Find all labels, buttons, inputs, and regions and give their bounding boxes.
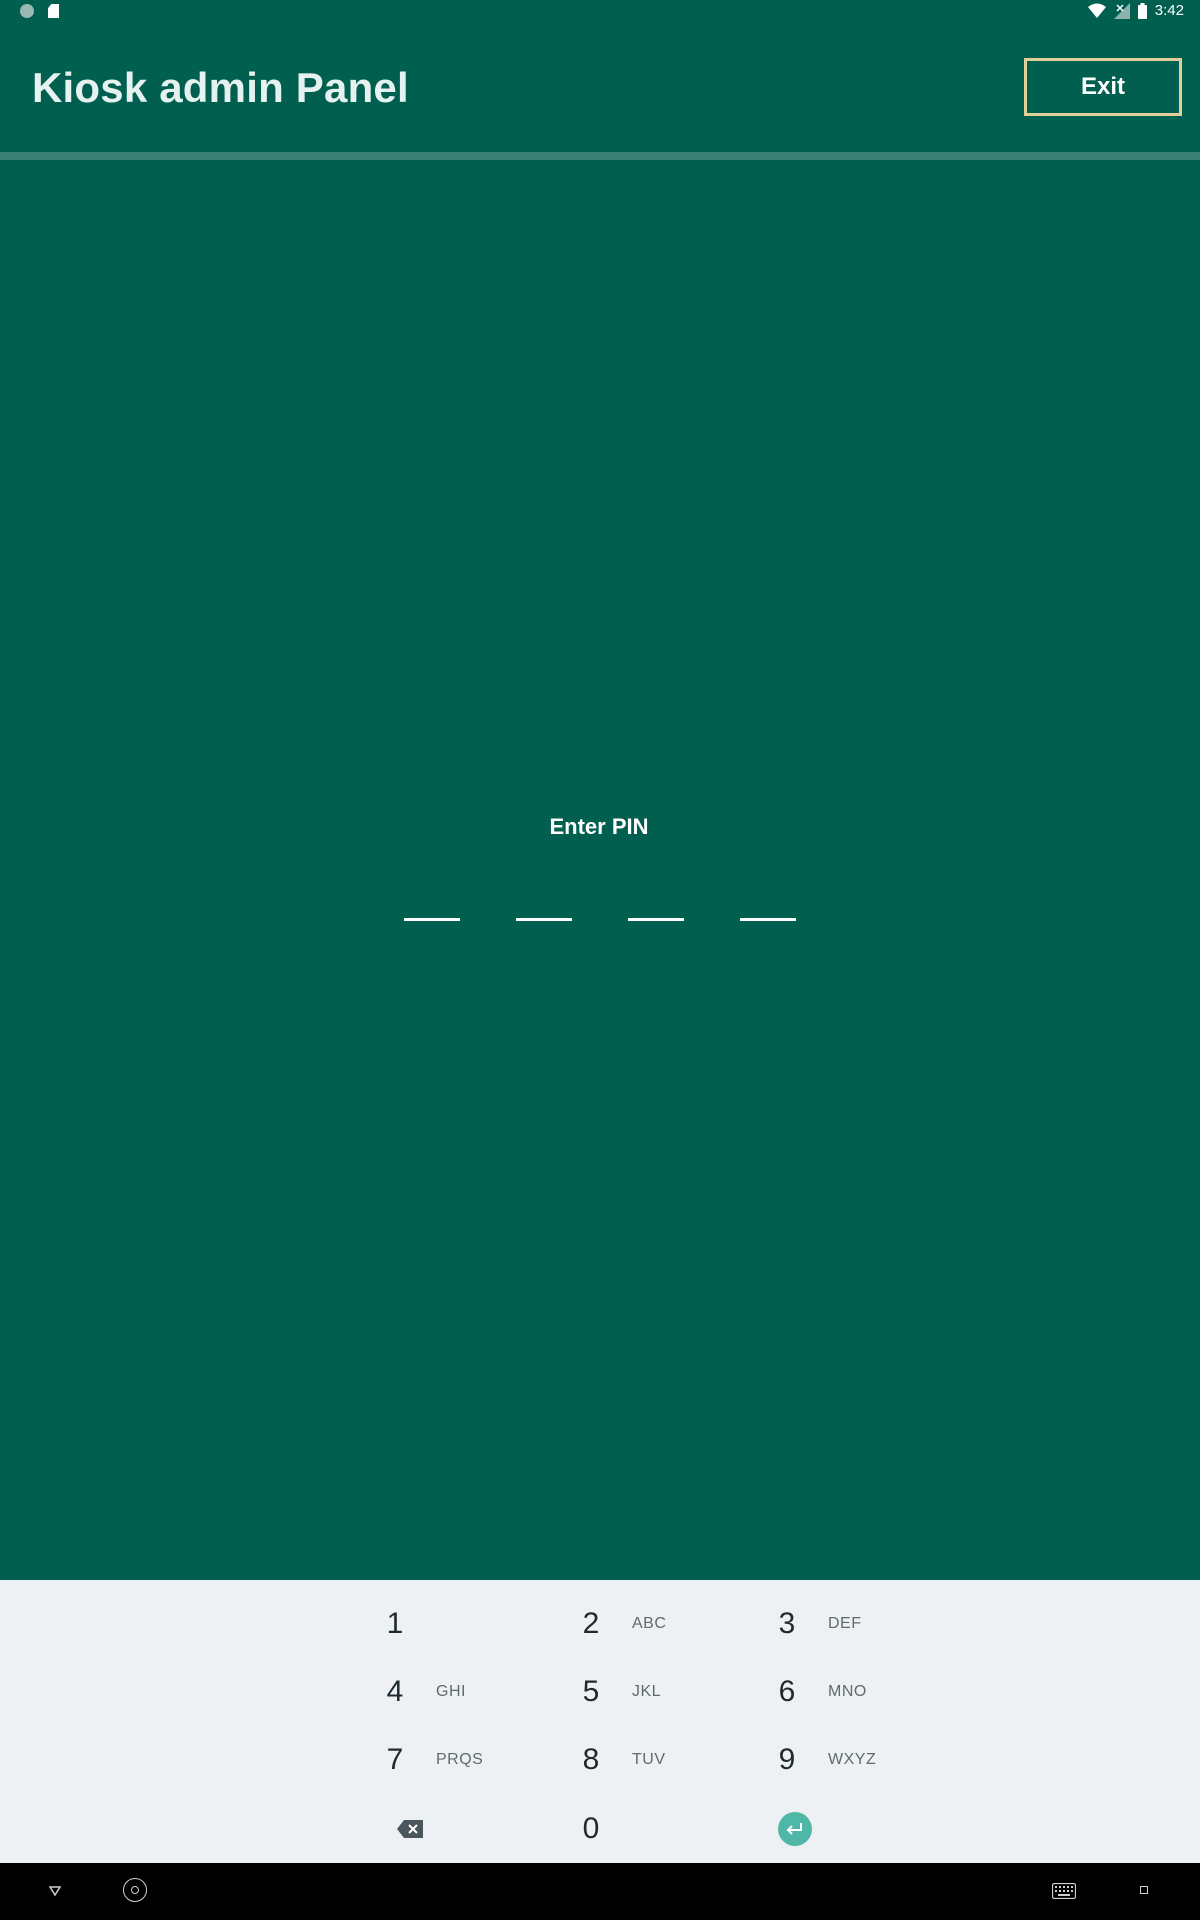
sd-card-icon bbox=[48, 4, 59, 18]
key-6[interactable]: 6 MNO bbox=[772, 1662, 952, 1722]
status-right-icons: 3:42 bbox=[1087, 2, 1184, 19]
app-header: Kiosk admin Panel Exit bbox=[0, 24, 1200, 152]
pin-slot-1[interactable] bbox=[404, 918, 460, 921]
pin-label: Enter PIN bbox=[549, 814, 649, 839]
status-time: 3:42 bbox=[1154, 2, 1184, 19]
key-digit: 5 bbox=[582, 1675, 600, 1708]
key-letters: GHI bbox=[436, 1683, 466, 1700]
wifi-icon bbox=[1087, 3, 1106, 19]
key-letters: PRQS bbox=[436, 1751, 484, 1768]
numeric-keypad: 1 2 ABC 3 DEF 4 GHI 5 JKL 6 MNO 7 PRQS 8… bbox=[0, 1580, 1200, 1863]
pin-input[interactable] bbox=[404, 918, 796, 921]
pin-slot-2[interactable] bbox=[516, 918, 572, 921]
key-9[interactable]: 9 WXYZ bbox=[772, 1730, 952, 1790]
backspace-icon bbox=[380, 1820, 440, 1838]
key-digit: 9 bbox=[778, 1743, 796, 1776]
key-digit: 0 bbox=[582, 1812, 600, 1845]
key-letters: WXYZ bbox=[828, 1751, 877, 1768]
key-5[interactable]: 5 JKL bbox=[576, 1662, 756, 1722]
key-8[interactable]: 8 TUV bbox=[576, 1730, 756, 1790]
key-digit: 4 bbox=[386, 1675, 404, 1708]
status-bar: 3:42 bbox=[0, 0, 1200, 24]
enter-key[interactable] bbox=[772, 1799, 952, 1859]
backspace-key[interactable] bbox=[380, 1799, 560, 1859]
back-icon[interactable] bbox=[48, 1883, 62, 1901]
pin-slot-4[interactable] bbox=[740, 918, 796, 921]
key-letters: ABC bbox=[632, 1615, 667, 1632]
key-digit: 8 bbox=[582, 1743, 600, 1776]
page-title: Kiosk admin Panel bbox=[32, 64, 409, 111]
key-digit: 2 bbox=[582, 1607, 600, 1640]
home-icon[interactable] bbox=[123, 1878, 147, 1902]
key-0[interactable]: 0 bbox=[576, 1799, 756, 1859]
key-2[interactable]: 2 ABC bbox=[576, 1594, 756, 1654]
exit-button[interactable]: Exit bbox=[1024, 58, 1182, 116]
key-letters: JKL bbox=[632, 1683, 662, 1700]
key-letters: DEF bbox=[828, 1615, 862, 1632]
enter-icon bbox=[772, 1812, 818, 1846]
key-letters: TUV bbox=[632, 1751, 666, 1768]
status-left-icons bbox=[20, 4, 59, 18]
kiosk-admin-screen: 3:42 Kiosk admin Panel Exit Enter PIN 1 … bbox=[0, 0, 1200, 1920]
battery-icon bbox=[1137, 2, 1147, 19]
pin-slot-3[interactable] bbox=[628, 918, 684, 921]
key-1[interactable]: 1 bbox=[380, 1594, 560, 1654]
notification-dot-icon bbox=[20, 4, 34, 18]
recents-icon[interactable] bbox=[1140, 1886, 1148, 1894]
key-digit: 1 bbox=[386, 1607, 404, 1640]
keyboard-icon[interactable] bbox=[1051, 1882, 1077, 1904]
key-3[interactable]: 3 DEF bbox=[772, 1594, 952, 1654]
key-7[interactable]: 7 PRQS bbox=[380, 1730, 560, 1790]
signal-no-service-icon bbox=[1113, 2, 1130, 19]
key-4[interactable]: 4 GHI bbox=[380, 1662, 560, 1722]
key-letters: MNO bbox=[828, 1683, 867, 1700]
header-divider bbox=[0, 152, 1200, 160]
key-digit: 6 bbox=[778, 1675, 796, 1708]
key-digit: 3 bbox=[778, 1607, 796, 1640]
key-digit: 7 bbox=[386, 1743, 404, 1776]
system-nav-bar bbox=[0, 1863, 1200, 1920]
